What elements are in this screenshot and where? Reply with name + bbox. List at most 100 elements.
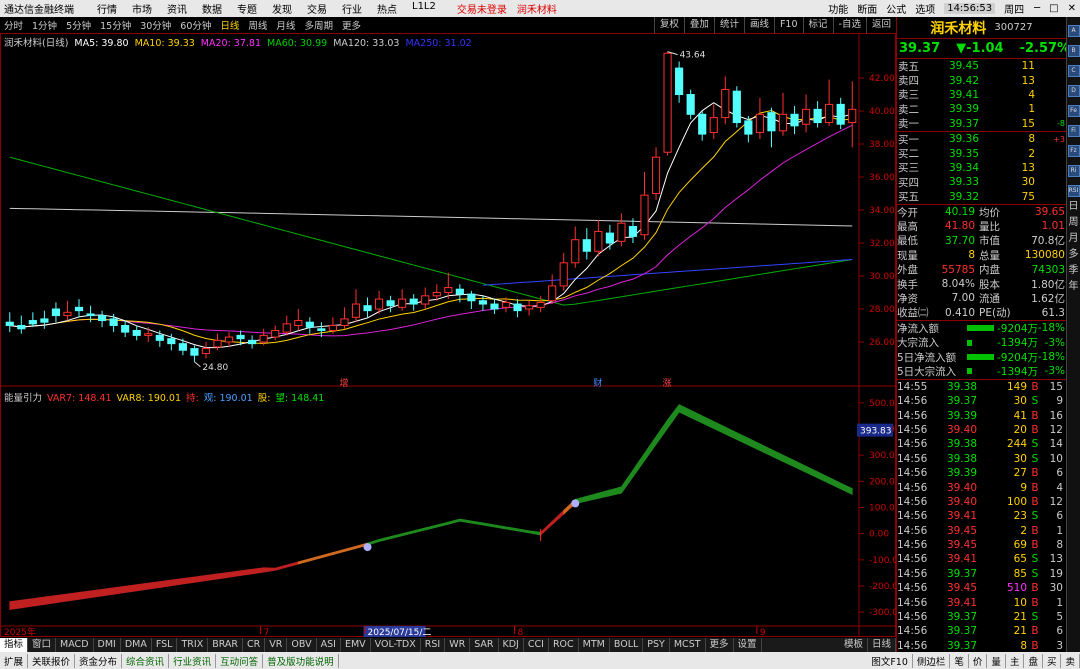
- stat-key: 最高: [897, 221, 918, 233]
- indicator-tab-item-9[interactable]: VR: [265, 638, 288, 652]
- status-right-item-4[interactable]: 量: [987, 653, 1006, 668]
- indicator-tab-item-23[interactable]: MCST: [670, 638, 706, 652]
- indicator-tab-item-21[interactable]: BOLL: [610, 638, 644, 652]
- status-item-4[interactable]: 行业资讯: [169, 653, 217, 668]
- indicator-tab-item-17[interactable]: KDJ: [499, 638, 524, 652]
- indicator-tab-item-19[interactable]: ROC: [549, 638, 579, 652]
- ask-row[interactable]: 卖四 39.42 13: [897, 73, 1066, 88]
- ask-row[interactable]: 卖五 39.45 11: [897, 59, 1066, 73]
- indicator-tab-item-0[interactable]: 指标: [0, 638, 29, 652]
- indicator-tab-item-2[interactable]: MACD: [56, 638, 94, 652]
- side-icon-3[interactable]: D: [1067, 85, 1080, 97]
- indicator-tab-item-12[interactable]: EMV: [341, 638, 371, 652]
- indicator-tab-item-18[interactable]: CCI: [524, 638, 549, 652]
- indicator-tab-item-3[interactable]: DMI: [94, 638, 121, 652]
- minimize-button[interactable]: ─: [1034, 3, 1040, 14]
- tick-count: 10: [1049, 452, 1063, 465]
- status-item-5[interactable]: 互动问答: [216, 653, 264, 668]
- ask-row[interactable]: 卖一 39.37 15 -8: [897, 117, 1066, 131]
- bid-row[interactable]: 买一 39.36 8 +3: [897, 132, 1066, 146]
- status-bar: 扩展 关联报价 资金分布 综合资讯 行业资讯 互动问答 普及版功能说明 图文F10 侧边栏笔价量…: [0, 652, 1080, 669]
- side-icon-4[interactable]: Fe: [1067, 105, 1080, 117]
- status-item-3[interactable]: 综合资讯: [122, 653, 170, 668]
- indicator-tab-item-16[interactable]: SAR: [470, 638, 499, 652]
- candle-body: [790, 113, 799, 127]
- bid-row[interactable]: 买二 39.35 2: [897, 146, 1066, 161]
- side-icon-6[interactable]: Fz: [1067, 145, 1080, 157]
- indicator-title[interactable]: 能量引力: [4, 393, 42, 404]
- status-right-item-2[interactable]: 笔: [950, 653, 969, 668]
- candle-body: [825, 103, 834, 124]
- flow-row: 净流入额 -9204万 -18%: [897, 321, 1066, 335]
- status-item-6[interactable]: 普及版功能说明: [263, 653, 339, 668]
- side-period-4[interactable]: 季: [1069, 265, 1079, 277]
- status-item-2[interactable]: 资金分布: [75, 653, 123, 668]
- ask-volume: 1: [1028, 103, 1035, 116]
- side-period-0[interactable]: 日: [1069, 201, 1079, 213]
- indicator-tab-item-5[interactable]: FSL: [152, 638, 178, 652]
- tick-flag: B: [1031, 495, 1039, 508]
- status-right-item-0[interactable]: 图文F10: [867, 653, 913, 668]
- status-right-item-5[interactable]: 主: [1006, 653, 1025, 668]
- maximize-button[interactable]: □: [1049, 3, 1058, 14]
- bottom-right-item-0[interactable]: 模板: [840, 638, 868, 652]
- side-icon-7[interactable]: Ri: [1067, 165, 1080, 177]
- indicator-tab-item-11[interactable]: ASI: [317, 638, 341, 652]
- top-right-item-3[interactable]: 选项: [915, 1, 935, 16]
- side-icon-5[interactable]: Fi: [1067, 125, 1080, 137]
- candle-body: [236, 334, 245, 340]
- candle-body: [40, 318, 49, 323]
- tick-flag: B: [1031, 409, 1039, 422]
- side-period-2[interactable]: 月: [1069, 233, 1079, 245]
- indicator-tab-item-10[interactable]: OBV: [287, 638, 317, 652]
- status-right-item-7[interactable]: 买: [1043, 653, 1062, 668]
- indicator-tab-item-22[interactable]: PSY: [643, 638, 670, 652]
- side-icon-0[interactable]: A: [1067, 25, 1080, 37]
- ask-row[interactable]: 卖三 39.41 4: [897, 88, 1066, 102]
- flow-pct: -18%: [1037, 351, 1065, 363]
- money-flow: 净流入额 -9204万 -18% 大宗流入 -1394万 -3% 5日净流入额 -9204万 -…: [897, 321, 1066, 379]
- indicator-tab-item-15[interactable]: WR: [445, 638, 471, 652]
- tick-row: 14:56 39.45 510 B 30: [897, 581, 1066, 595]
- status-right-item-8[interactable]: 卖: [1061, 653, 1080, 668]
- status-right-item-3[interactable]: 价: [969, 653, 988, 668]
- stat-row: 今开 40.19 均价 39.65: [897, 205, 1066, 219]
- side-icon-2[interactable]: C: [1067, 65, 1080, 77]
- ask-price: 39.45: [948, 60, 979, 73]
- side-icon-1[interactable]: B: [1067, 45, 1080, 57]
- tick-flag: B: [1031, 539, 1039, 552]
- indicator-tab-item-24[interactable]: 更多: [706, 638, 734, 652]
- indicator-tab-item-20[interactable]: MTM: [579, 638, 610, 652]
- tick-flag: S: [1031, 510, 1039, 523]
- bid-row[interactable]: 买四 39.33 30: [897, 175, 1066, 189]
- bottom-right-item-1[interactable]: 日线: [868, 638, 896, 652]
- ma120-line: [9, 207, 853, 227]
- indicator-tab-item-25[interactable]: 设置: [734, 638, 762, 652]
- indicator-current-value: 393.83: [860, 427, 892, 437]
- status-right-item-6[interactable]: 盘: [1024, 653, 1043, 668]
- tick-list[interactable]: 14:55 39.38 149 B 15 14:56 39.37 30 S 9 14:56 39.39…: [897, 380, 1066, 653]
- indicator-tab-item-14[interactable]: RSI: [421, 638, 446, 652]
- tick-row: 14:56 39.45 2 B 1: [897, 524, 1066, 538]
- candle-body: [74, 306, 84, 312]
- price-change: ▼-1.04: [956, 41, 1004, 56]
- status-right-item-1[interactable]: 侧边栏: [913, 653, 951, 668]
- side-period-1[interactable]: 周: [1069, 217, 1079, 229]
- ask-row[interactable]: 卖二 39.39 1: [897, 102, 1066, 116]
- indicator-tab-item-6[interactable]: TRIX: [177, 638, 209, 652]
- indicator-tab-item-4[interactable]: DMA: [121, 638, 152, 652]
- candle-body: [594, 230, 603, 252]
- bid-row[interactable]: 买五 39.32 75: [897, 190, 1066, 204]
- close-button[interactable]: ✕: [1068, 3, 1076, 14]
- side-period-5[interactable]: 年: [1069, 281, 1079, 293]
- indicator-tab-item-13[interactable]: VOL-TDX: [371, 638, 421, 652]
- side-icon-8[interactable]: RSI: [1067, 185, 1080, 197]
- indicator-tab-item-8[interactable]: CR: [243, 638, 266, 652]
- side-period-3[interactable]: 多: [1069, 249, 1079, 261]
- indicator-tab-item-1[interactable]: 窗口: [28, 638, 57, 652]
- bid-row[interactable]: 买三 39.34 13: [897, 161, 1066, 175]
- chart-svg[interactable]: 42.00 40.00 38.00 36.00 34.00 32.00 30.00 28.00…: [0, 0, 896, 652]
- status-item-1[interactable]: 关联报价: [28, 653, 76, 668]
- indicator-tab-item-7[interactable]: BRAR: [208, 638, 244, 652]
- status-item-0[interactable]: 扩展: [0, 653, 29, 668]
